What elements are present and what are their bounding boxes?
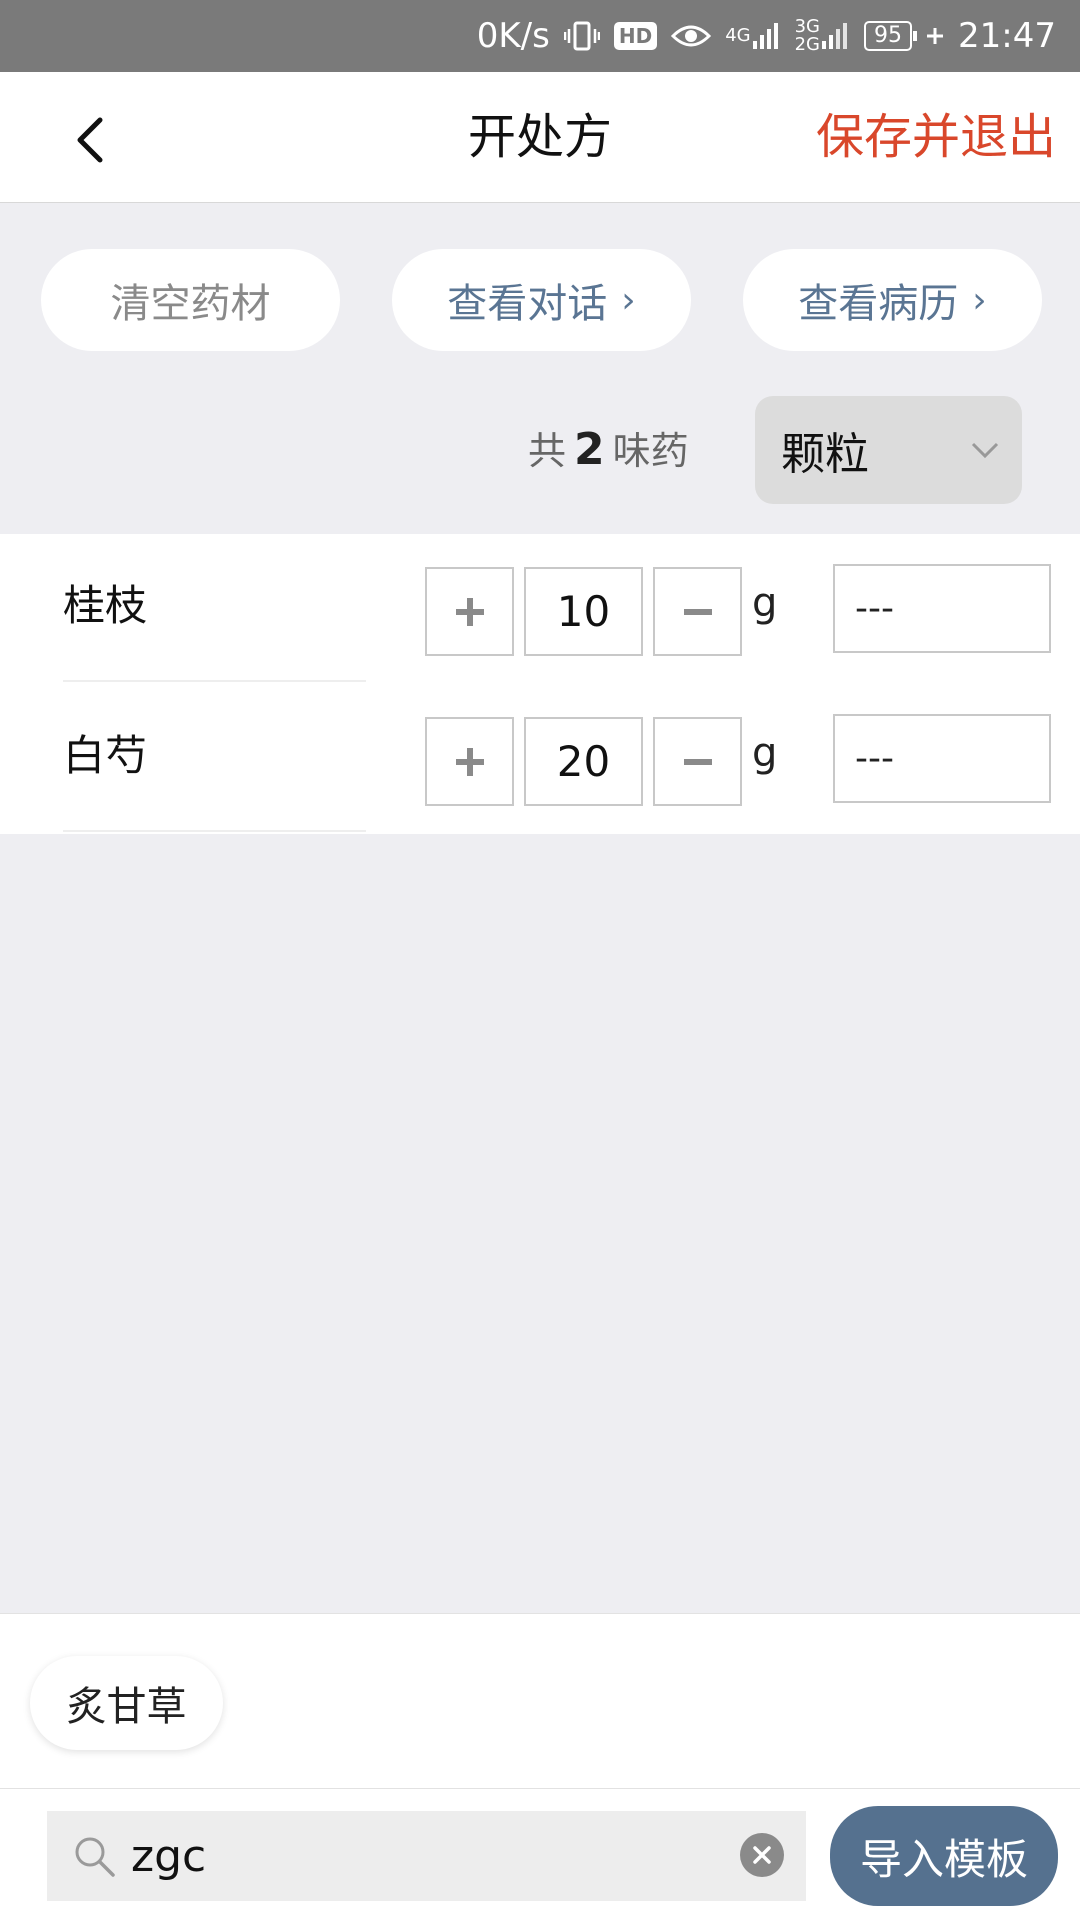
signal-3g-icon: 3G 2G: [795, 18, 850, 54]
herb-row: 桂枝 10 g ---: [0, 534, 1080, 684]
vibrate-icon: [563, 19, 600, 53]
unit-label: g: [752, 730, 778, 776]
herb-name: 桂枝: [63, 581, 148, 630]
view-record-label: 查看病历: [798, 281, 959, 327]
suggestion-panel: 炙甘草: [0, 1613, 1080, 1788]
chevron-right-icon: ›: [621, 279, 636, 321]
clear-herbs-label: 清空药材: [110, 281, 271, 327]
view-record-button[interactable]: 查看病历 ›: [743, 249, 1042, 351]
header: 开处方 保存并退出: [0, 72, 1080, 203]
minus-icon: [683, 608, 712, 615]
close-icon: [753, 1846, 771, 1864]
quantity-field[interactable]: 10: [524, 567, 643, 656]
search-box: [47, 1811, 806, 1901]
unit-label: g: [752, 580, 778, 626]
herb-count: 共 2 味药: [528, 424, 689, 475]
import-template-button[interactable]: 导入模板: [830, 1806, 1058, 1906]
herb-row: 白芍 20 g ---: [0, 684, 1080, 834]
decrease-button[interactable]: [653, 717, 742, 806]
usage-note-field[interactable]: ---: [833, 714, 1051, 803]
clear-herbs-button[interactable]: 清空药材: [41, 249, 340, 351]
chevron-down-icon: [971, 442, 999, 459]
minus-icon: [683, 758, 712, 765]
back-button[interactable]: [60, 110, 120, 170]
herb-list: 桂枝 10 g --- 白芍 20 g ---: [0, 534, 1080, 834]
quantity-field[interactable]: 20: [524, 717, 643, 806]
eye-icon: [671, 22, 712, 50]
chevron-left-icon: [77, 117, 103, 163]
divider: [63, 680, 366, 682]
increase-button[interactable]: [425, 717, 514, 806]
clock: 21:47: [958, 16, 1056, 56]
bottom-bar: 导入模板: [0, 1788, 1080, 1920]
clear-search-button[interactable]: [740, 1833, 784, 1877]
signal-4g-icon: 4G: [725, 21, 780, 51]
search-icon: [75, 1837, 115, 1877]
view-chat-button[interactable]: 查看对话 ›: [392, 249, 691, 351]
divider: [63, 830, 366, 832]
charging-icon: [926, 27, 944, 45]
network-speed: 0K/s: [476, 16, 550, 56]
plus-icon: [455, 597, 484, 626]
chevron-right-icon: ›: [972, 279, 987, 321]
herb-name: 白芍: [63, 731, 148, 780]
search-input[interactable]: [131, 1811, 731, 1901]
status-bar: 0K/s HD 4G 3G 2G 95 21:47: [0, 0, 1080, 72]
suggestion-chip[interactable]: 炙甘草: [30, 1656, 223, 1750]
battery-icon: 95: [864, 21, 918, 51]
usage-note-field[interactable]: ---: [833, 564, 1051, 653]
herb-count-value: 2: [574, 424, 605, 475]
plus-icon: [455, 747, 484, 776]
increase-button[interactable]: [425, 567, 514, 656]
decrease-button[interactable]: [653, 567, 742, 656]
view-chat-label: 查看对话: [447, 281, 608, 327]
save-exit-button[interactable]: 保存并退出: [816, 72, 1056, 203]
dosage-form-select[interactable]: 颗粒: [755, 396, 1022, 504]
hd-icon: HD: [613, 22, 658, 50]
dosage-form-value: 颗粒: [781, 429, 869, 480]
